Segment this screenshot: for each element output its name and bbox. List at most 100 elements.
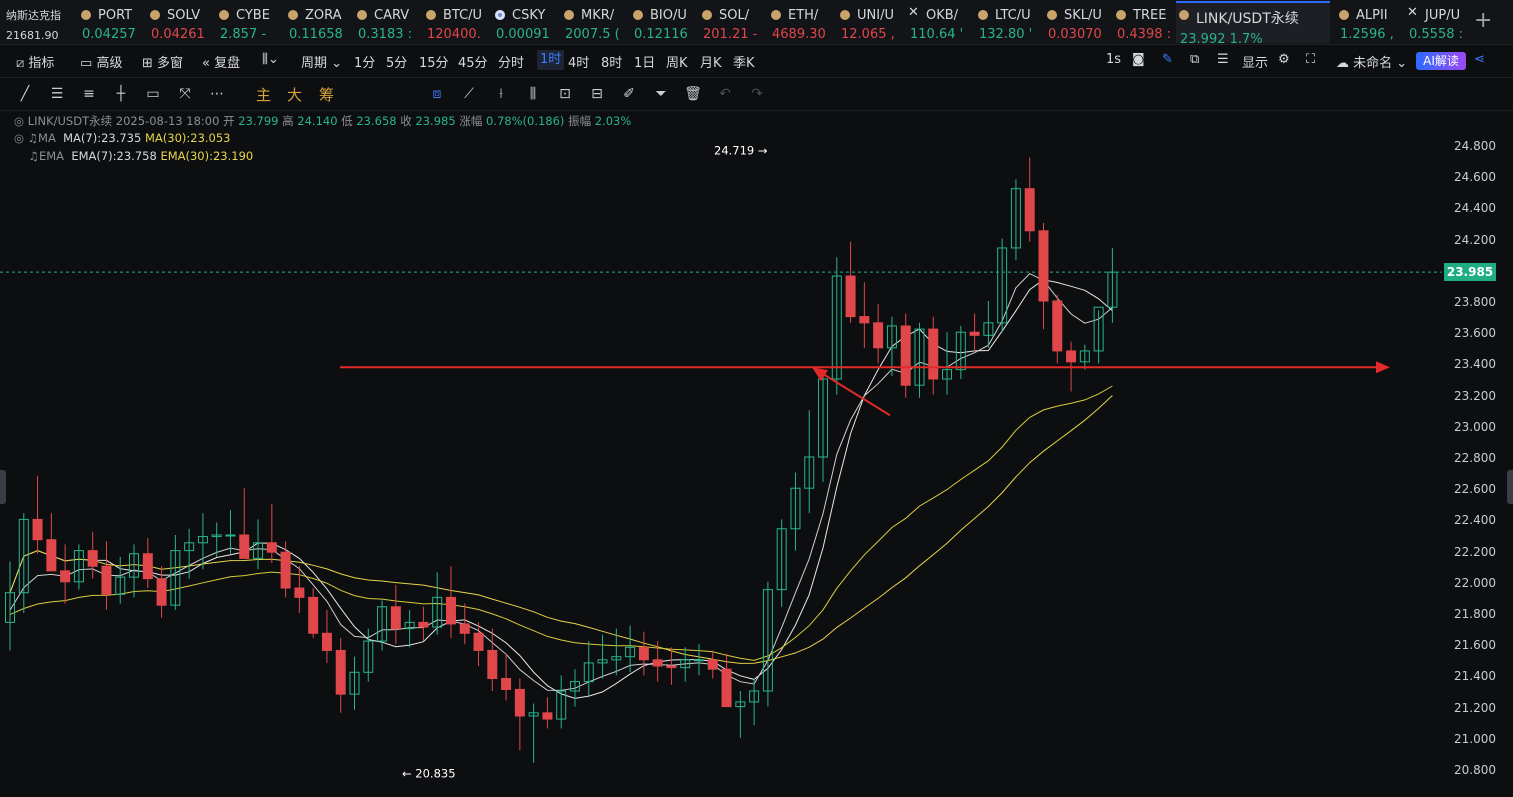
trendline-icon[interactable]: ╱ [16, 85, 34, 103]
interval-1[interactable]: 5分 [386, 52, 407, 71]
trash-icon[interactable]: 🗑 [684, 85, 702, 103]
replay-button[interactable]: « 复盘 [202, 52, 240, 71]
left-panel-handle[interactable] [0, 470, 6, 504]
interval-4[interactable]: 分时 [498, 52, 524, 71]
interval-0[interactable]: 1分 [354, 52, 375, 71]
candle-body [459, 623, 470, 634]
ticker-item[interactable]: CARV 0.3183 : [354, 3, 416, 43]
ticker-item[interactable]: SOL/201.21 - [699, 3, 761, 43]
ticker-item[interactable]: ALPII 1.2596 , [1336, 3, 1398, 43]
price-axis-label: 22.400 [1454, 513, 1496, 528]
rectangle-icon[interactable]: ▭ [144, 85, 162, 103]
ticker-item[interactable]: PORT 0.04257 [78, 3, 140, 43]
ticker-item[interactable]: TREE 0.4398 : [1113, 3, 1175, 43]
gear-icon[interactable]: ⚙ [1278, 52, 1290, 67]
interval-8[interactable]: 1日 [634, 52, 655, 71]
interval-9[interactable]: 周K [666, 52, 688, 71]
fork-icon[interactable]: ⤧ [176, 85, 194, 103]
ticker-item[interactable]: LTC/U 132.80 ' [975, 3, 1037, 43]
more-tools-icon[interactable]: ⋯ [208, 85, 226, 103]
period-label: 周期 [301, 56, 328, 71]
brush-icon[interactable]: ✐ [620, 85, 638, 103]
candle-body [845, 275, 856, 318]
filter-icon[interactable]: ⏷ [652, 85, 670, 103]
display-button[interactable]: 显示 [1242, 52, 1268, 71]
price-axis[interactable]: 24.80024.60024.40024.20024.00023.80023.6… [1442, 112, 1513, 797]
settings-list-icon[interactable]: ☰ [1217, 52, 1229, 67]
price-axis-label: 21.200 [1454, 700, 1496, 715]
coin-icon [219, 10, 229, 20]
layout-name-dropdown[interactable]: ☁ 未命名 ⌄ [1336, 52, 1407, 71]
pen-icon[interactable]: ✎ [1162, 52, 1173, 67]
index-ticker[interactable]: 纳斯达克指 21681.90 [6, 4, 72, 42]
main-chart-tool[interactable]: 主 [256, 84, 271, 105]
interval-3[interactable]: 45分 [458, 52, 488, 71]
undo-icon[interactable]: ↶ [716, 85, 734, 103]
ticker-item[interactable]: BTC/U 120400. [423, 3, 485, 43]
price-axis-label: 24.800 [1454, 139, 1496, 153]
price-axis-label: 23.000 [1454, 419, 1496, 434]
period-dropdown[interactable]: 周期 ⌄ [301, 52, 342, 71]
ticker-item[interactable]: UNI/U 12.065 , [837, 3, 899, 43]
popout-icon[interactable]: ⧉ [1190, 52, 1199, 67]
indicators-button[interactable]: ⧄ 指标 [16, 52, 54, 71]
candle-body [928, 328, 939, 380]
interval-5[interactable]: 1时 [537, 50, 565, 70]
ticker-item[interactable]: SOLV 0.04261 [147, 3, 209, 43]
price-axis-label: 21.000 [1454, 731, 1496, 746]
parallel-lines-icon[interactable]: ☰ [48, 85, 66, 103]
high-price-marker: 24.719 → [714, 144, 768, 158]
add-ticker-icon[interactable]: + [1474, 8, 1492, 33]
ticker-item[interactable]: MKR/2007.5 ( [561, 3, 623, 43]
candle-body [873, 322, 884, 349]
fullscreen-icon[interactable]: ⛶ [1306, 52, 1315, 67]
candlestick-chart[interactable]: 24.719 → ← 20.835 [0, 112, 1442, 797]
large-order-tool[interactable]: 大 [287, 84, 302, 105]
multiwindow-button[interactable]: ⊞ 多窗 [142, 52, 183, 71]
ticker-item[interactable]: CYBE 2.857 - [216, 3, 278, 43]
ruler-icon[interactable]: ⟋ [460, 85, 478, 103]
ticker-price: 0.04261 [151, 27, 205, 42]
ticker-item[interactable]: SKL/U 0.03070 [1044, 3, 1106, 43]
magnet-icon[interactable]: ⧈ [428, 85, 446, 103]
ticker-item[interactable]: ✕ OKB/110.64 ' [906, 3, 968, 43]
camera-icon[interactable]: ◙ [1132, 52, 1145, 67]
bars-icon[interactable]: ⫼ [524, 85, 542, 103]
interval-7[interactable]: 8时 [601, 52, 622, 71]
chevron-down-icon: ⌄ [1392, 56, 1408, 71]
coin-icon [564, 10, 574, 20]
right-panel-handle[interactable] [1507, 470, 1513, 504]
candle-body [707, 659, 718, 670]
chip-distribution-tool[interactable]: 筹 [319, 84, 334, 105]
horizontal-ray-icon[interactable]: ┼ [112, 85, 130, 103]
coin-icon [702, 10, 712, 20]
horizontal-lines-icon[interactable]: ≡ [80, 85, 98, 103]
interval-10[interactable]: 月K [700, 52, 722, 71]
ticker-item[interactable]: BIO/U 0.12116 [630, 3, 692, 43]
coin-icon [495, 10, 505, 20]
lock-icon[interactable]: ⊡ [556, 85, 574, 103]
ticker-item[interactable]: CSKY 0.00091 [492, 3, 554, 43]
interval-6[interactable]: 4时 [568, 52, 589, 71]
ticker-price: 120400. [427, 27, 481, 42]
drawing-toolbar: ╱ ☰ ≡ ┼ ▭ ⤧ ⋯ ⧈ ⟋ ⟊ ⫼ ⊡ ⊟ ✐ ⏷ 🗑 ↶ ↷ [0, 78, 1513, 111]
layout-name-label: 未命名 [1353, 56, 1393, 71]
note-icon[interactable]: ⊟ [588, 85, 606, 103]
redo-icon[interactable]: ↷ [748, 85, 766, 103]
candle-body [638, 646, 649, 661]
ai-interpret-button[interactable]: AI解读 [1416, 52, 1466, 70]
index-value: 21681.90 [6, 29, 59, 42]
candle-body [1066, 350, 1077, 363]
share-icon[interactable]: ⋖ [1474, 52, 1485, 67]
interval-2[interactable]: 15分 [419, 52, 449, 71]
ticker-item[interactable]: ETH/4689.30 [768, 3, 830, 43]
ticker-item[interactable]: ✕ JUP/U 0.5558 : [1405, 3, 1467, 43]
chart-type-dropdown[interactable]: ⫼⌄ [262, 52, 279, 67]
ticker-item[interactable]: ZORA 0.11658 [285, 3, 347, 43]
advanced-button[interactable]: ▭ 高级 [80, 52, 122, 71]
measure-icon[interactable]: ⟊ [492, 85, 510, 103]
interval-11[interactable]: 季K [733, 52, 755, 71]
candle-body [514, 688, 525, 717]
ticker-item[interactable]: LINK/USDT永续 23.992 1.7% [1176, 1, 1330, 43]
refresh-interval[interactable]: 1s [1106, 52, 1121, 67]
